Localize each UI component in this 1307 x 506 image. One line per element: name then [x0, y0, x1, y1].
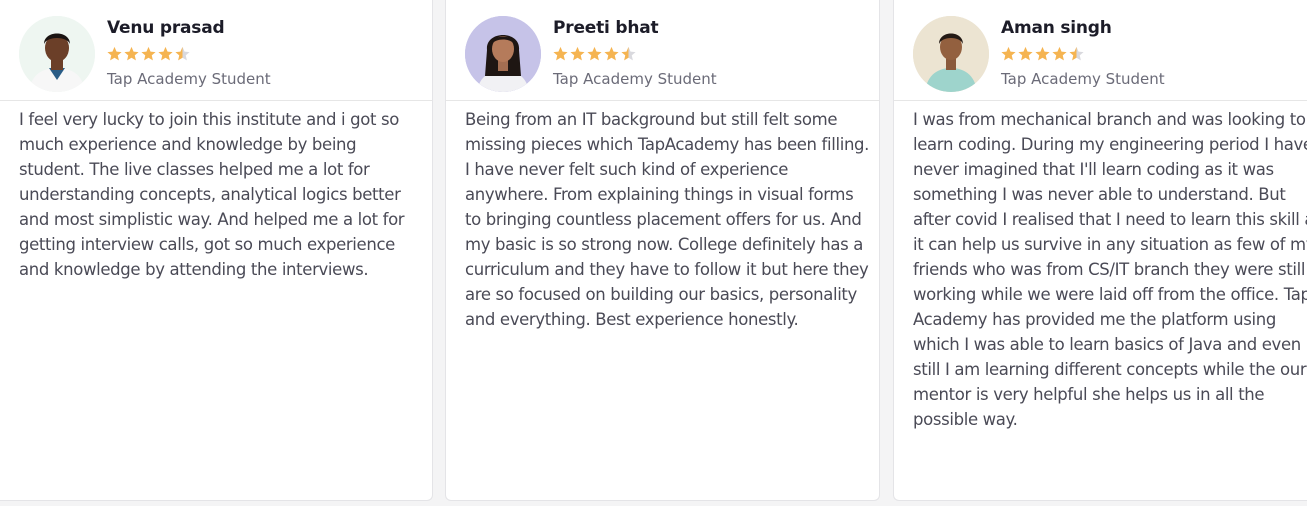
star-filled-icon — [158, 46, 173, 61]
star-filled-icon — [587, 46, 602, 61]
star-filled-icon — [1035, 46, 1050, 61]
student-role: Tap Academy Student — [553, 70, 717, 88]
student-role: Tap Academy Student — [107, 70, 271, 88]
testimonial-card: Venu prasad Tap Academy Student I feel v… — [0, 0, 433, 501]
avatar — [19, 16, 95, 92]
star-rating — [1000, 42, 1085, 66]
student-name: Preeti bhat — [553, 18, 659, 38]
star-filled-icon — [1001, 46, 1016, 61]
testimonial-header: Preeti bhat Tap Academy Student — [446, 0, 879, 101]
student-role: Tap Academy Student — [1001, 70, 1165, 88]
person-icon — [19, 16, 95, 92]
star-half-icon — [621, 46, 636, 61]
star-half-icon — [175, 46, 190, 61]
review-text: I was from mechanical branch and was loo… — [913, 110, 1307, 429]
star-half-icon — [1069, 46, 1084, 61]
star-filled-icon — [141, 46, 156, 61]
person-icon — [913, 16, 989, 92]
student-name: Aman singh — [1001, 18, 1112, 38]
avatar — [465, 16, 541, 92]
star-filled-icon — [1018, 46, 1033, 61]
testimonial-card: Preeti bhat Tap Academy Student Being fr… — [445, 0, 880, 501]
avatar — [913, 16, 989, 92]
star-rating — [106, 42, 191, 66]
star-filled-icon — [124, 46, 139, 61]
star-filled-icon — [1052, 46, 1067, 61]
review-text: Being from an IT background but still fe… — [465, 110, 870, 329]
student-name: Venu prasad — [107, 18, 225, 38]
testimonial-header: Aman singh Tap Academy Student — [894, 0, 1307, 101]
testimonial-card: Aman singh Tap Academy Student I was fro… — [893, 0, 1307, 501]
star-filled-icon — [107, 46, 122, 61]
testimonial-row: Venu prasad Tap Academy Student I feel v… — [0, 0, 1307, 506]
star-rating — [552, 42, 637, 66]
person-icon — [465, 16, 541, 92]
review-text: I feel very lucky to join this institute… — [19, 110, 405, 279]
star-filled-icon — [553, 46, 568, 61]
star-filled-icon — [570, 46, 585, 61]
testimonial-header: Venu prasad Tap Academy Student — [0, 0, 432, 101]
star-filled-icon — [604, 46, 619, 61]
